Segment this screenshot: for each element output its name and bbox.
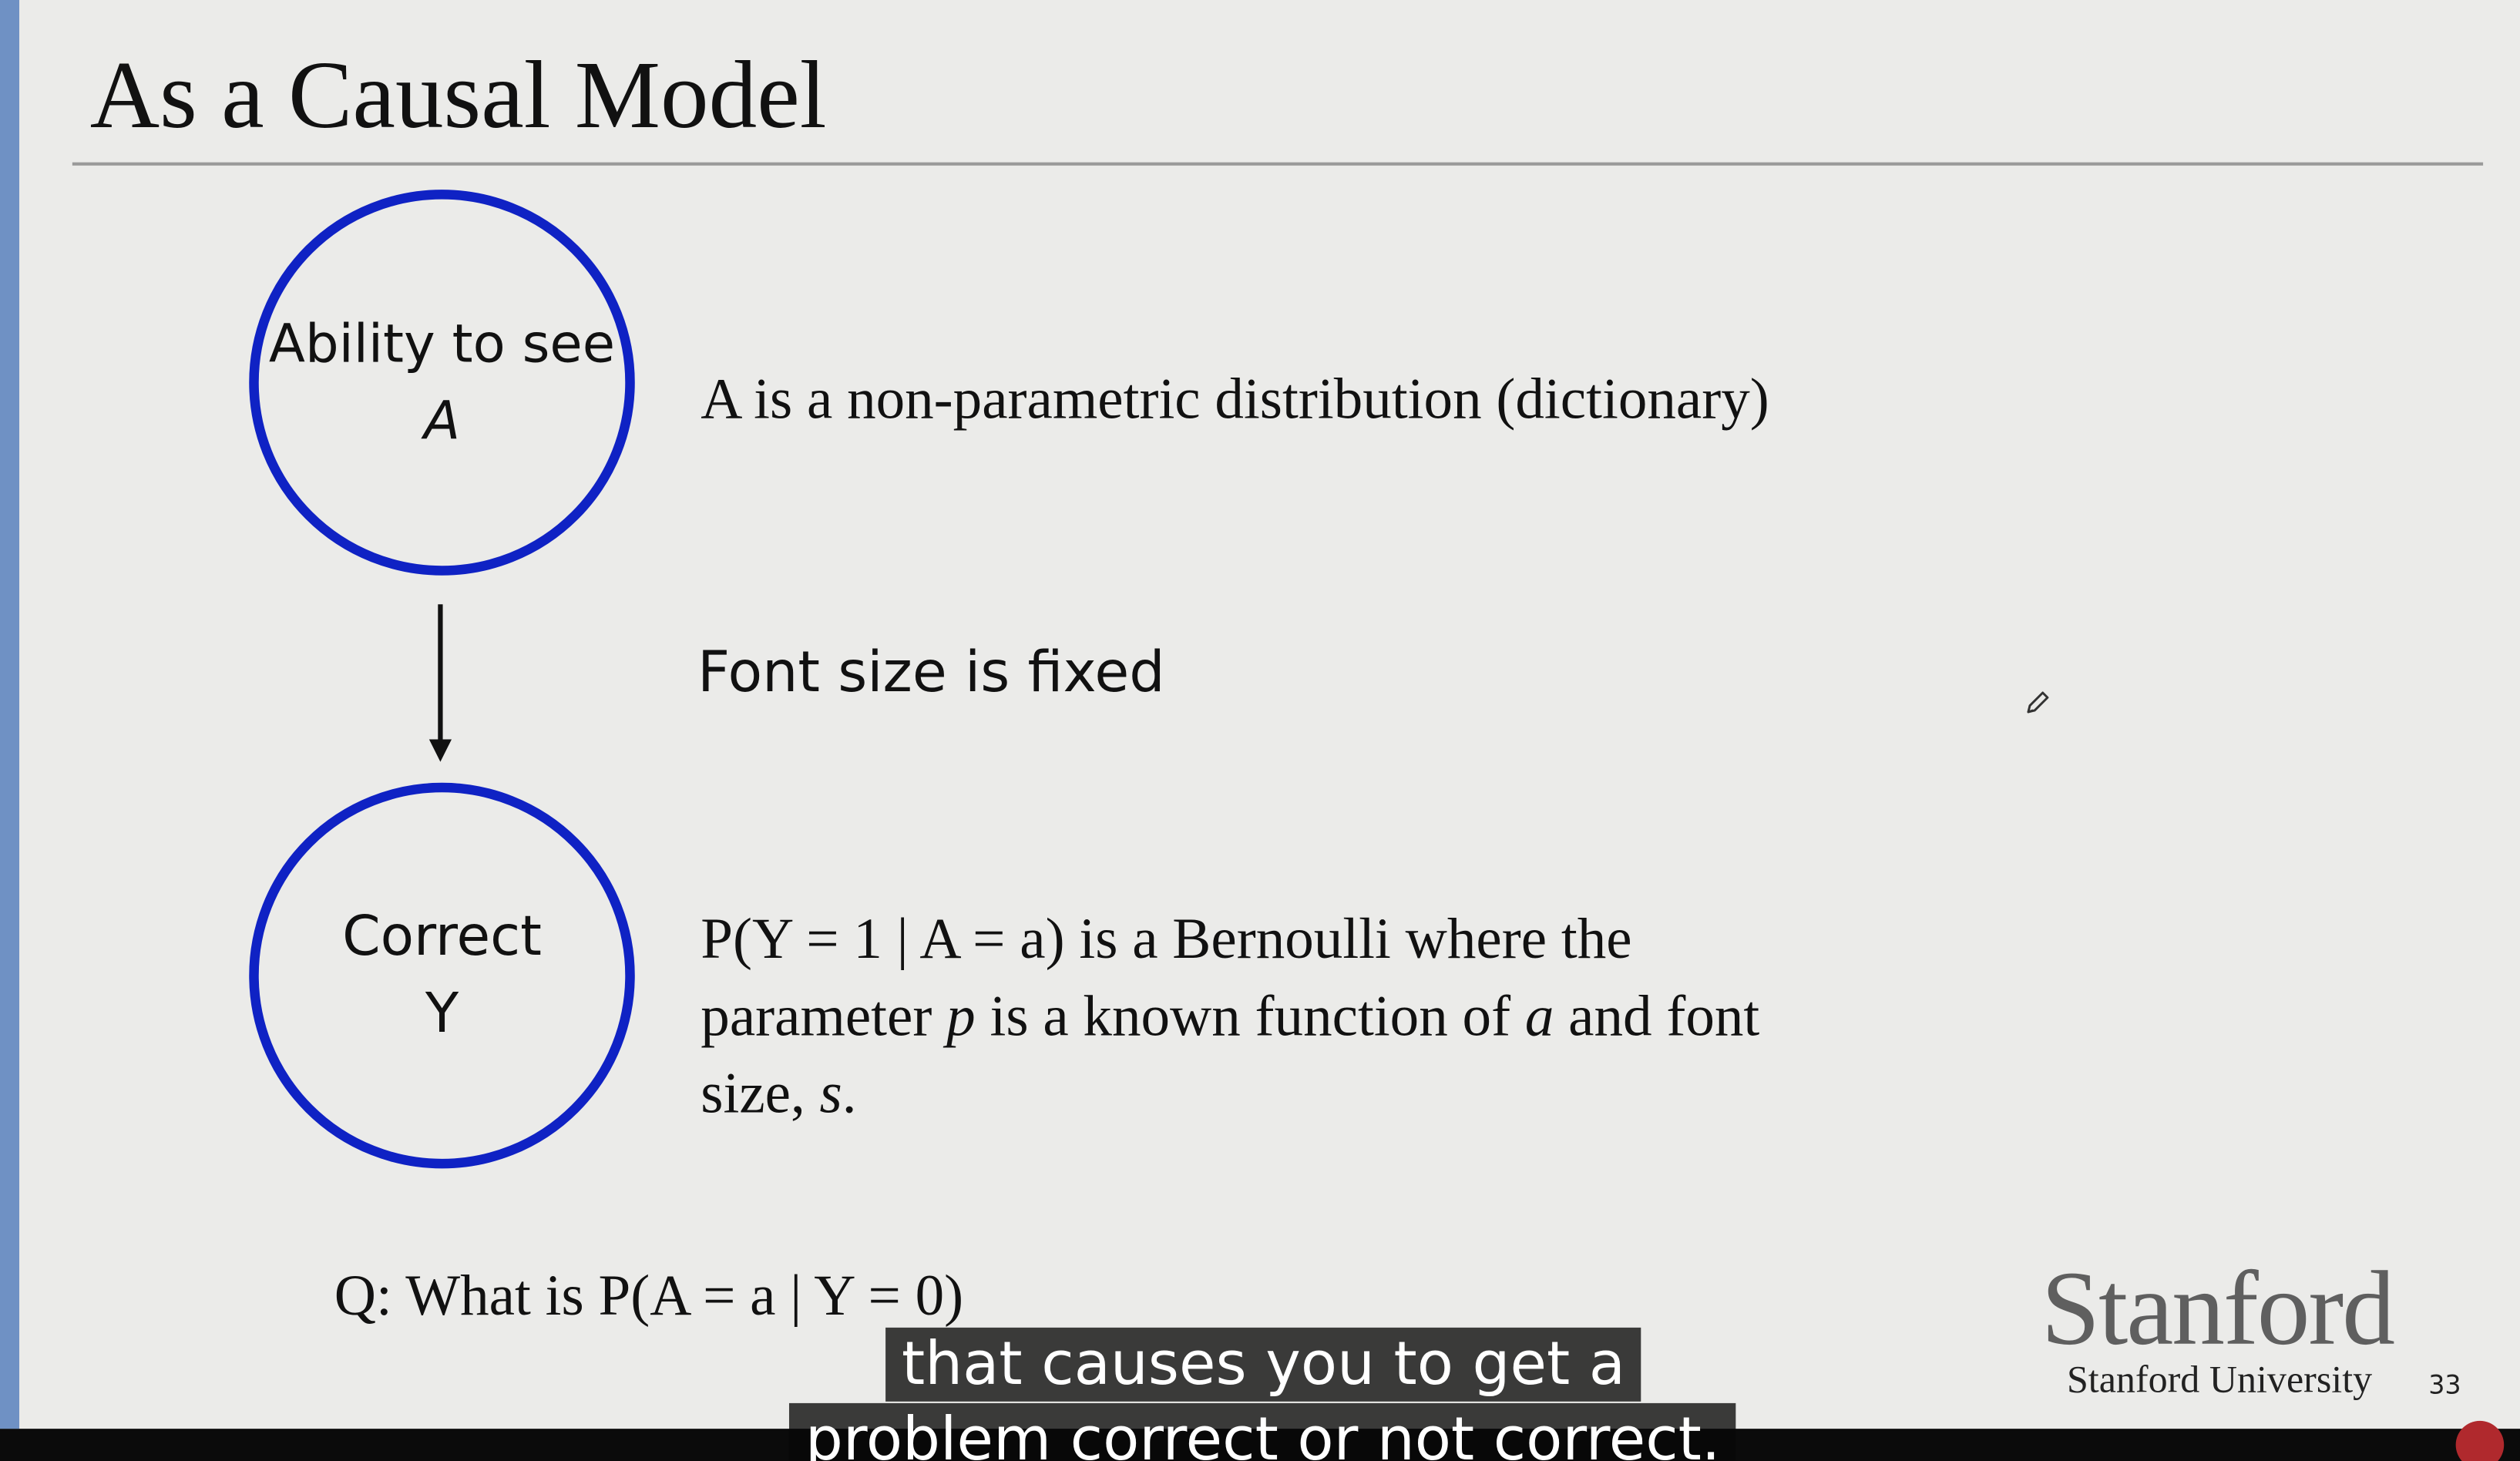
slide: As a Causal Model Ability to see A Corre… — [0, 0, 2520, 1429]
stanford-logo: Stanford — [2041, 1250, 2395, 1369]
node-ability-symbol: A — [423, 388, 461, 452]
edge-a-to-y — [428, 604, 452, 762]
slide-number: 33 — [2428, 1369, 2461, 1400]
node-correct: Correct Y — [249, 782, 635, 1169]
edge-arrowhead — [428, 739, 452, 762]
node-ability-label: Ability to see — [268, 311, 616, 374]
node-correct-symbol: Y — [425, 982, 459, 1046]
description-y-line1: P(Y = 1 | A = a) is a Bernoulli where th… — [701, 906, 1632, 971]
caption-line-1: that causes you to get a — [885, 1327, 1641, 1402]
caption-line-2: problem correct or not correct. — [788, 1402, 1737, 1461]
university-name: Stanford University — [2066, 1359, 2373, 1402]
description-y-line2: parameter p is a known function of a and… — [701, 983, 1760, 1048]
description-y-line3: size, s. — [701, 1060, 857, 1126]
description-font-size: Font size is fixed — [697, 641, 1165, 706]
description-a: A is a non-parametric distribution (dict… — [701, 366, 1769, 431]
node-correct-label: Correct — [342, 905, 542, 969]
pen-cursor-icon — [2027, 691, 2049, 714]
video-frame: As a Causal Model Ability to see A Corre… — [0, 0, 2520, 1461]
node-ability: Ability to see A — [249, 190, 635, 576]
question: Q: What is P(A = a | Y = 0) — [334, 1263, 964, 1328]
slide-accent-bar — [0, 0, 20, 1429]
title-divider — [72, 162, 2484, 166]
slide-title: As a Causal Model — [89, 42, 827, 148]
description-y: P(Y = 1 | A = a) is a Bernoulli where th… — [701, 900, 1759, 1131]
